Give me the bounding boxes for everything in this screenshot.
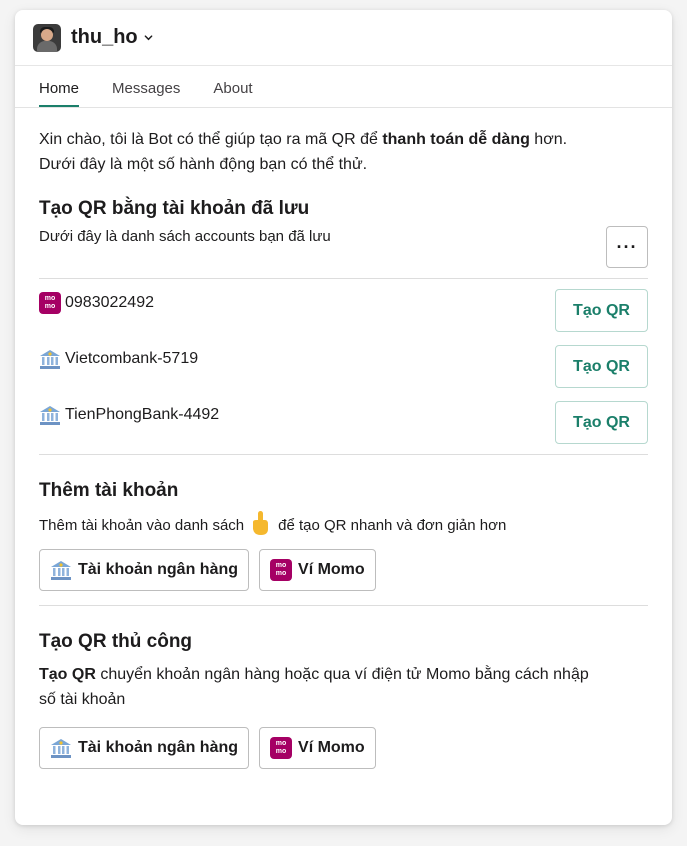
app-home-card: thu_ho Home Messages About Xin chào, tôi… <box>15 10 672 825</box>
manual-text-b: số tài khoản <box>39 691 126 708</box>
momo-icon: mo mo <box>39 292 61 314</box>
account-row: TienPhongBank-4492 Tạo QR <box>39 401 648 444</box>
add-description: Thêm tài khoản vào danh sách để tạo QR nh… <box>39 510 648 537</box>
app-avatar <box>33 23 61 52</box>
saved-section-title: Tạo QR bằng tài khoản đã lưu <box>39 198 310 219</box>
button-label: Tài khoản ngân hàng <box>78 739 239 756</box>
manual-buttons: Tài khoản ngân hàng mo mo Ví Momo <box>39 727 648 769</box>
divider <box>39 605 648 606</box>
account-item: mo mo 0983022492 <box>39 292 154 314</box>
account-row: mo mo 0983022492 Tạo QR <box>39 289 648 332</box>
bank-icon <box>39 348 61 370</box>
button-label: Ví Momo <box>298 739 365 756</box>
intro-line1-b: hơn. <box>529 131 568 148</box>
manual-momo-wallet-button[interactable]: mo mo Ví Momo <box>259 727 376 769</box>
bank-icon <box>50 737 72 759</box>
button-label: Tài khoản ngân hàng <box>78 561 239 578</box>
saved-subtitle-row: Dưới đây là danh sách accounts bạn đã lư… <box>39 226 648 268</box>
more-options-button[interactable]: ··· <box>606 226 648 268</box>
manual-description: Tạo QR chuyển khoản ngân hàng hoặc qua v… <box>39 662 648 712</box>
create-qr-button[interactable]: Tạo QR <box>555 289 648 332</box>
bank-icon <box>39 404 61 426</box>
intro-line1-a: Xin chào, tôi là Bot có thể giúp tạo ra … <box>39 131 383 148</box>
account-name: 0983022492 <box>65 294 154 311</box>
add-bank-account-button[interactable]: Tài khoản ngân hàng <box>39 549 250 591</box>
momo-icon: mo mo <box>270 559 293 581</box>
pointing-hand-icon <box>253 511 269 535</box>
app-name[interactable]: thu_ho <box>71 26 138 49</box>
tab-home[interactable]: Home <box>39 80 80 107</box>
intro-text: Xin chào, tôi là Bot có thể giúp tạo ra … <box>39 127 648 177</box>
tab-messages[interactable]: Messages <box>112 80 180 107</box>
momo-icon: mo mo <box>270 737 293 759</box>
tab-bar: Home Messages About <box>15 66 672 108</box>
divider <box>39 454 648 455</box>
create-qr-button[interactable]: Tạo QR <box>555 345 648 388</box>
manual-text-bold: Tạo QR <box>39 666 96 683</box>
intro-line2: Dưới đây là một số hành động bạn có thể … <box>39 156 368 173</box>
app-header: thu_ho <box>15 10 672 66</box>
tab-about[interactable]: About <box>213 80 252 107</box>
manual-section-title: Tạo QR thủ công <box>39 631 193 652</box>
divider <box>39 278 648 279</box>
bank-icon <box>50 559 72 581</box>
account-item: Vietcombank-5719 <box>39 348 198 370</box>
add-section-title: Thêm tài khoản <box>39 480 179 501</box>
add-buttons: Tài khoản ngân hàng mo mo Ví Momo <box>39 549 648 591</box>
chevron-down-icon[interactable] <box>144 33 153 42</box>
home-content: Xin chào, tôi là Bot có thể giúp tạo ra … <box>15 127 672 769</box>
create-qr-button[interactable]: Tạo QR <box>555 401 648 444</box>
account-row: Vietcombank-5719 Tạo QR <box>39 345 648 388</box>
account-name: TienPhongBank-4492 <box>65 406 220 423</box>
button-label: Ví Momo <box>298 561 365 578</box>
manual-bank-account-button[interactable]: Tài khoản ngân hàng <box>39 727 250 769</box>
account-name: Vietcombank-5719 <box>65 350 199 367</box>
intro-line1-bold: thanh toán dễ dàng <box>382 131 530 148</box>
account-item: TienPhongBank-4492 <box>39 404 219 426</box>
saved-subtitle: Dưới đây là danh sách accounts bạn đã lư… <box>39 228 331 245</box>
add-momo-wallet-button[interactable]: mo mo Ví Momo <box>259 549 376 591</box>
add-text-a: Thêm tài khoản vào danh sách <box>39 517 245 534</box>
add-text-b: để tạo QR nhanh và đơn giản hơn <box>278 517 507 534</box>
manual-text-a: chuyển khoản ngân hàng hoặc qua ví điện … <box>95 666 589 683</box>
